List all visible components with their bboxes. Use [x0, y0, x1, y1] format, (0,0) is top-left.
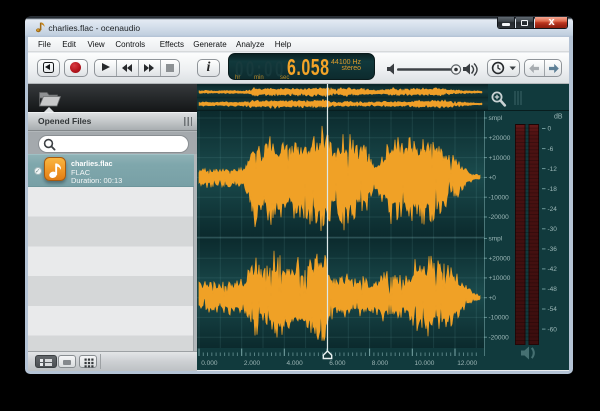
svg-text:-36: -36	[548, 246, 558, 253]
svg-text:-12: -12	[548, 166, 558, 173]
svg-text:-30: -30	[548, 226, 558, 233]
svg-text:-20000: -20000	[489, 334, 510, 341]
svg-text:-42: -42	[548, 266, 558, 273]
svg-text:2.000: 2.000	[244, 360, 261, 367]
svg-text:4.000: 4.000	[287, 360, 304, 367]
svg-text:smpl: smpl	[489, 115, 503, 122]
svg-text:-10000: -10000	[489, 315, 510, 322]
svg-text:8.000: 8.000	[372, 360, 389, 367]
svg-text:6.000: 6.000	[329, 360, 346, 367]
svg-text:+10000: +10000	[489, 155, 511, 162]
svg-text:-54: -54	[548, 306, 558, 313]
svg-text:0: 0	[548, 126, 552, 133]
svg-text:12.000: 12.000	[457, 360, 477, 367]
svg-text:+20000: +20000	[489, 135, 511, 142]
svg-text:dB: dB	[554, 114, 563, 121]
svg-text:-20000: -20000	[489, 214, 510, 221]
svg-text:-10000: -10000	[489, 194, 510, 201]
svg-text:-24: -24	[548, 206, 558, 213]
svg-text:-60: -60	[548, 326, 558, 333]
svg-text:+0: +0	[489, 175, 497, 182]
svg-text:-48: -48	[548, 286, 558, 293]
svg-text:+0: +0	[489, 295, 497, 302]
svg-text:10.000: 10.000	[415, 360, 435, 367]
svg-text:smpl: smpl	[489, 236, 503, 243]
svg-text:-18: -18	[548, 186, 558, 193]
svg-text:0.000: 0.000	[201, 360, 218, 367]
svg-text:+20000: +20000	[489, 255, 511, 262]
svg-text:+10000: +10000	[489, 275, 511, 282]
svg-text:-6: -6	[548, 146, 554, 153]
